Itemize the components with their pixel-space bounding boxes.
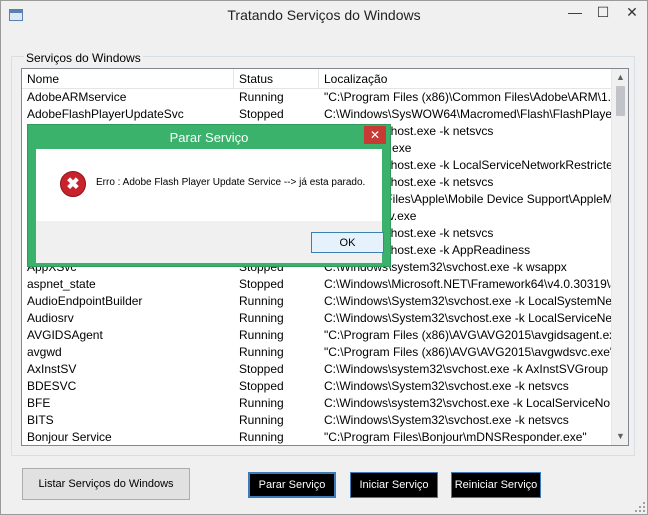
dialog-title: Parar Serviço [169, 130, 249, 145]
cell-name: BITS [27, 413, 54, 427]
cell-name: avgwd [27, 345, 62, 359]
table-row[interactable]: BDESVC Stopped C:\Windows\System32\svchost… [22, 378, 612, 395]
table-row[interactable]: Audiosrv Running C:\Windows\System32\svcho… [22, 310, 612, 327]
cell-location: C:\Windows\System32\svchost.exe -k netsv… [324, 379, 569, 393]
cell-location: C:\Windows\System32\svchost.exe -k netsv… [324, 413, 569, 427]
cell-location: "C:\Program Files\Bonjour\mDNSResponder.… [324, 430, 587, 444]
table-row[interactable]: AVGIDSAgent Running "C:\Program Files (x86… [22, 327, 612, 344]
cell-status: Stopped [239, 379, 284, 393]
cell-location: C:\Windows\system32\svchost.exe -k AxIns… [324, 362, 609, 376]
scroll-thumb[interactable] [616, 86, 625, 116]
cell-status: Running [239, 413, 284, 427]
stop-service-dialog: Parar Serviço ✕ ✖ Erro : Adobe Flash Pla… [27, 124, 391, 267]
cell-name: BDESVC [27, 379, 77, 393]
table-row[interactable]: AudioEndpointBuilder Running C:\Windows\Sy… [22, 293, 612, 310]
dialog-footer: OK [36, 221, 384, 263]
close-button[interactable]: ✕ [616, 1, 648, 23]
dialog-close-button[interactable]: ✕ [364, 126, 386, 144]
column-header-name[interactable]: Nome [22, 69, 234, 89]
cell-name: Audiosrv [27, 311, 74, 325]
start-service-button[interactable]: Iniciar Serviço [350, 472, 438, 498]
cell-status: Running [239, 396, 284, 410]
dialog-body: ✖ Erro : Adobe Flash Player Update Servi… [36, 149, 382, 221]
cell-location: C:\Windows\Microsoft.NET\Framework64\v4.… [324, 277, 612, 291]
dialog-message: Erro : Adobe Flash Player Update Service… [96, 177, 366, 188]
cell-name: AdobeFlashPlayerUpdateSvc [27, 107, 184, 121]
cell-status: Running [239, 90, 284, 104]
minimize-button[interactable]: — [561, 1, 589, 23]
stop-service-button[interactable]: Parar Serviço [248, 472, 336, 498]
cell-location: "C:\Program Files (x86)\AVG\AVG2015\avgi… [324, 328, 612, 342]
cell-status: Stopped [239, 362, 284, 376]
cell-location: C:\Windows\System32\svchost.exe -k Local… [324, 294, 612, 308]
table-row[interactable]: AxInstSV Stopped C:\Windows\system32\svcho… [22, 361, 612, 378]
table-row[interactable]: Bonjour Service Running "C:\Program Files\… [22, 429, 612, 445]
table-row[interactable]: aspnet_state Stopped C:\Windows\Microsoft.… [22, 276, 612, 293]
error-icon: ✖ [60, 171, 86, 197]
table-row[interactable]: avgwd Running "C:\Program Files (x86)\AVG\… [22, 344, 612, 361]
cell-status: Stopped [239, 277, 284, 291]
scroll-up-arrow-icon[interactable]: ▲ [612, 69, 628, 86]
list-services-button[interactable]: Listar Serviços do Windows [22, 468, 190, 500]
restart-service-button[interactable]: Reiniciar Serviço [451, 472, 541, 498]
scroll-down-arrow-icon[interactable]: ▼ [612, 428, 628, 445]
cell-name: AudioEndpointBuilder [27, 294, 143, 308]
cell-location: C:\Windows\system32\svchost.exe -k Local… [324, 396, 612, 410]
cell-name: Bonjour Service [27, 430, 112, 444]
cell-name: AxInstSV [27, 362, 77, 376]
maximize-button[interactable]: ☐ [589, 1, 617, 23]
cell-location: C:\Windows\SysWOW64\Macromed\Flash\Flash… [324, 107, 612, 121]
cell-status: Running [239, 294, 284, 308]
cell-status: Running [239, 345, 284, 359]
cell-location: C:\Windows\System32\svchost.exe -k Local… [324, 311, 612, 325]
cell-name: AdobeARMservice [27, 90, 127, 104]
table-row[interactable]: AdobeFlashPlayerUpdateSvc Stopped C:\Windo… [22, 106, 612, 123]
listview-header: Nome Status Localização [22, 69, 612, 89]
table-row[interactable]: AdobeARMservice Running "C:\Program Files … [22, 89, 612, 106]
table-row[interactable]: BFE Running C:\Windows\system32\svchost.ex… [22, 395, 612, 412]
cell-status: Running [239, 311, 284, 325]
resize-grip-icon[interactable] [635, 502, 645, 512]
vertical-scrollbar[interactable]: ▲ ▼ [611, 69, 628, 445]
cell-status: Running [239, 328, 284, 342]
column-header-status[interactable]: Status [234, 69, 319, 89]
table-row[interactable]: BITS Running C:\Windows\System32\svchost.e… [22, 412, 612, 429]
cell-status: Running [239, 430, 284, 444]
cell-name: BFE [27, 396, 51, 410]
window-title: Tratando Serviços do Windows [227, 7, 421, 23]
services-group-label: Serviços do Windows [24, 51, 143, 65]
cell-location: "C:\Program Files (x86)\Common Files\Ado… [324, 90, 612, 104]
cell-name: aspnet_state [27, 277, 96, 291]
title-bar[interactable]: Tratando Serviços do Windows — ☐ ✕ [1, 1, 647, 31]
cell-name: AVGIDSAgent [27, 328, 103, 342]
cell-location: "C:\Program Files (x86)\AVG\AVG2015\avgw… [324, 345, 612, 359]
column-header-location[interactable]: Localização [319, 69, 612, 89]
cell-status: Stopped [239, 107, 284, 121]
dialog-ok-button[interactable]: OK [311, 232, 384, 253]
